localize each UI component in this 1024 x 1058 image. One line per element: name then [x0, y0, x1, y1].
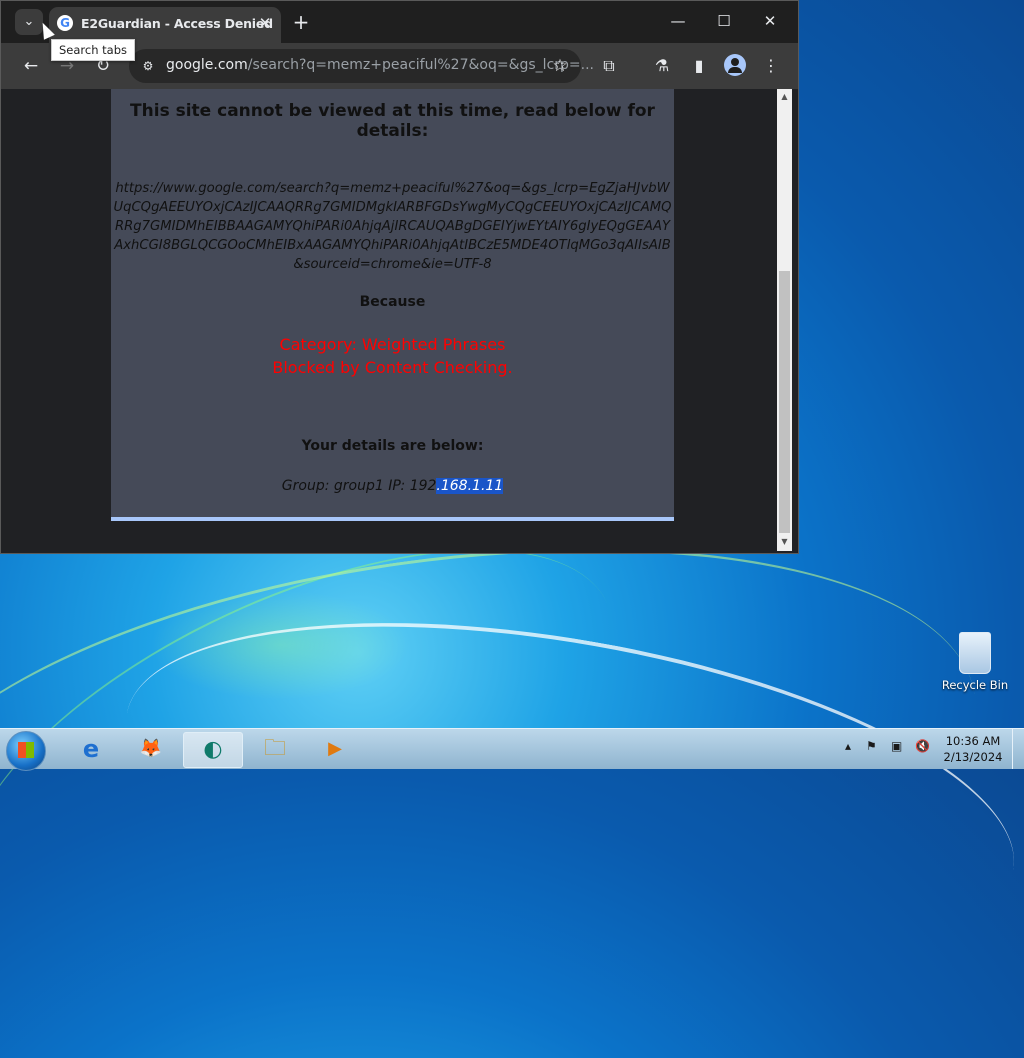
- system-clock[interactable]: 10:36 AM 2/13/2024: [940, 733, 1006, 765]
- windows-logo-icon: [18, 742, 34, 758]
- show-desktop-button[interactable]: [1012, 729, 1024, 769]
- clock-date: 2/13/2024: [943, 750, 1003, 764]
- recycle-bin-label: Recycle Bin: [941, 678, 1009, 692]
- new-tab-button[interactable]: +: [289, 10, 313, 34]
- url-host: google.com: [166, 57, 248, 73]
- category-line: Category: Weighted Phrases: [279, 335, 506, 354]
- taskbar: e 🦊 ◐ 🗀 ▶ ▴ ⚑ ▣ 🔇 10:36 AM 2/13/2024: [0, 728, 1024, 771]
- network-icon[interactable]: ▣: [891, 739, 902, 753]
- firefox-icon[interactable]: 🦊: [122, 732, 180, 766]
- url-text[interactable]: google.com/search?q=memz+peaciful%27&oq=…: [166, 57, 594, 73]
- recycle-bin-icon: [959, 632, 991, 674]
- site-info-icon[interactable]: ⚙: [139, 57, 157, 75]
- google-favicon-icon: G: [57, 15, 73, 31]
- profile-avatar-icon[interactable]: [724, 54, 746, 76]
- volume-muted-icon[interactable]: 🔇: [915, 739, 930, 753]
- recycle-bin-shortcut[interactable]: Recycle Bin: [940, 628, 1010, 700]
- tab-e2guardian[interactable]: G E2Guardian - Access Denied ✕: [49, 7, 281, 43]
- internet-explorer-icon[interactable]: e: [62, 732, 120, 766]
- browser-window: ⌄ G E2Guardian - Access Denied ✕ + — ☐ ✕…: [0, 0, 799, 554]
- bookmark-star-icon[interactable]: ☆: [549, 55, 571, 77]
- back-button[interactable]: ←: [19, 54, 43, 78]
- vertical-scrollbar[interactable]: ▲ ▼: [777, 89, 792, 551]
- start-button[interactable]: [6, 731, 46, 771]
- block-heading: This site cannot be viewed at this time,…: [130, 101, 655, 141]
- blocked-line: Blocked by Content Checking.: [272, 358, 513, 377]
- file-explorer-icon[interactable]: 🗀: [246, 732, 304, 766]
- edge-icon[interactable]: ◐: [183, 732, 243, 768]
- labs-icon[interactable]: ⚗: [650, 54, 674, 78]
- media-player-icon[interactable]: ▶: [306, 732, 364, 766]
- url-path: /search?q=memz+peaciful%27&oq=&gs_lcrp=.…: [247, 57, 594, 73]
- action-center-flag-icon[interactable]: ⚑: [866, 739, 877, 753]
- search-tabs-tooltip: Search tabs: [51, 39, 136, 61]
- details-title: Your details are below:: [301, 438, 484, 454]
- clock-time: 10:36 AM: [945, 734, 1001, 748]
- address-bar[interactable]: ⚙ google.com/search?q=memz+peaciful%27&o…: [129, 49, 594, 83]
- page-viewport: This site cannot be viewed at this time,…: [1, 89, 777, 551]
- side-panel-icon[interactable]: ▮: [687, 54, 711, 78]
- show-hidden-icons[interactable]: ▴: [845, 739, 851, 753]
- tab-close-icon[interactable]: ✕: [255, 13, 275, 33]
- tab-strip: ⌄ G E2Guardian - Access Denied ✕ + — ☐ ✕: [1, 1, 798, 43]
- tab-search-button[interactable]: ⌄: [15, 9, 43, 35]
- maximize-button[interactable]: ☐: [701, 9, 747, 33]
- scrollbar-thumb[interactable]: [779, 271, 790, 533]
- blocked-url: https://www.google.com/search?q=memz+pea…: [113, 181, 672, 272]
- user-details: Group: group1 IP: 192.168.1.11: [111, 478, 674, 494]
- minimize-button[interactable]: —: [655, 9, 701, 33]
- block-page-panel: This site cannot be viewed at this time,…: [111, 89, 674, 521]
- block-reason: Category: Weighted Phrases Blocked by Co…: [111, 333, 674, 379]
- scroll-down-icon[interactable]: ▼: [777, 535, 792, 549]
- tab-title: E2Guardian - Access Denied: [81, 16, 273, 31]
- details-text: Group: group1 IP: 192: [281, 478, 437, 494]
- selected-ip-text: .168.1.11: [436, 478, 504, 494]
- because-label: Because: [359, 294, 426, 310]
- menu-icon[interactable]: ⋮: [759, 54, 783, 78]
- scroll-up-icon[interactable]: ▲: [777, 90, 792, 104]
- extensions-icon[interactable]: ⧉: [597, 54, 621, 78]
- window-close-button[interactable]: ✕: [747, 9, 793, 33]
